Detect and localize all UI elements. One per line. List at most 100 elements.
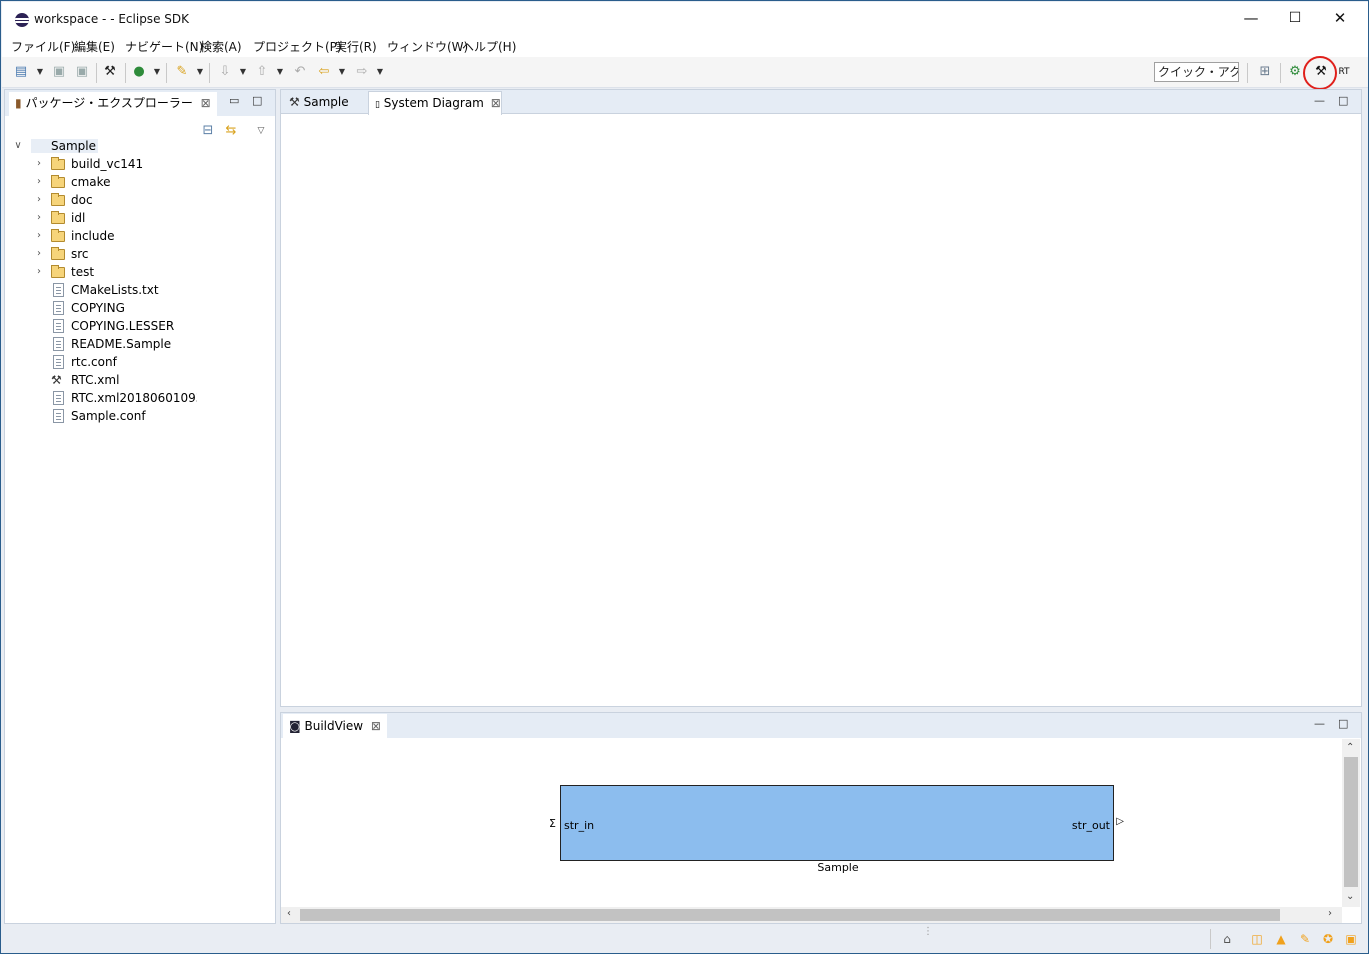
tree-folder[interactable]: › cmake <box>5 174 275 192</box>
scroll-down-icon[interactable]: ⌄ <box>1346 891 1354 902</box>
menu-edit[interactable]: 編集(E) <box>74 38 115 55</box>
minimize-panel-icon[interactable]: ▭ <box>229 94 239 107</box>
prev-annotation-dropdown-icon[interactable]: ▼ <box>276 64 284 80</box>
expand-chevron-icon[interactable]: › <box>34 248 44 259</box>
minimize-panel-icon[interactable]: — <box>1314 717 1325 730</box>
tree-folder[interactable]: › doc <box>5 192 275 210</box>
maximize-panel-icon[interactable]: □ <box>1338 717 1348 730</box>
save-icon[interactable]: ▣ <box>50 64 68 80</box>
tab-system-diagram[interactable]: ▯ System Diagram ⊠ <box>368 91 502 115</box>
horizontal-scroll-thumb[interactable] <box>300 909 1280 921</box>
horizontal-scrollbar[interactable]: ‹ › <box>281 907 1342 923</box>
rt-component-block[interactable]: Σ str_in str_out ▷ <box>549 785 1124 861</box>
menu-navigate[interactable]: ナビゲート(N) <box>125 38 203 55</box>
tree-file[interactable]: COPYING <box>5 300 275 318</box>
tree-folder[interactable]: › src <box>5 246 275 264</box>
menu-help[interactable]: ヘルプ(H) <box>462 38 516 55</box>
rt-system-editor-perspective-icon[interactable]: RT <box>1335 64 1353 80</box>
close-tab-icon[interactable]: ⊠ <box>201 96 211 110</box>
quick-access-field[interactable]: クイック・アクセス <box>1154 62 1239 82</box>
tree-folder[interactable]: › include <box>5 228 275 246</box>
maximize-button[interactable]: ☐ <box>1272 2 1318 35</box>
tree-file[interactable]: CMakeLists.txt <box>5 282 275 300</box>
system-diagram-canvas[interactable] <box>281 115 1361 706</box>
expand-chevron-icon[interactable]: › <box>34 194 44 205</box>
tree-file[interactable]: rtc.conf <box>5 354 275 372</box>
tree-folder-label: idl <box>71 211 86 225</box>
tree-root[interactable]: ∨ Sample <box>5 138 275 156</box>
file-icon <box>53 337 64 351</box>
vertical-scrollbar[interactable]: ⌃ ⌄ <box>1342 739 1360 907</box>
expand-chevron-icon[interactable]: › <box>34 266 44 277</box>
tab-package-explorer[interactable]: ▮ パッケージ・エクスプローラー ⊠ <box>9 92 217 116</box>
progress-icon[interactable]: ⌂ <box>1219 932 1235 946</box>
close-button[interactable]: ✕ <box>1317 2 1363 35</box>
collapse-chevron-icon[interactable]: ∨ <box>13 140 23 151</box>
marketplace-icon[interactable]: ▣ <box>1343 932 1359 946</box>
file-icon <box>53 355 64 369</box>
in-port-icon[interactable]: Σ <box>549 817 556 830</box>
hammer-icon: ⚒ <box>289 95 300 109</box>
tree-file[interactable]: ⚒ RTC.xml <box>5 372 275 390</box>
next-annotation-icon[interactable]: ⇩ <box>216 64 234 80</box>
vertical-scroll-thumb[interactable] <box>1344 757 1358 887</box>
menu-search[interactable]: 検索(A) <box>200 38 242 55</box>
minimize-button[interactable]: — <box>1228 2 1274 35</box>
close-tab-icon[interactable]: ⊠ <box>491 96 501 110</box>
menu-file[interactable]: ファイル(F) <box>11 38 75 55</box>
wand-icon[interactable]: ✎ <box>1297 932 1313 946</box>
next-annotation-dropdown-icon[interactable]: ▼ <box>239 64 247 80</box>
save-all-icon[interactable]: ▣ <box>73 64 91 80</box>
expand-chevron-icon[interactable]: › <box>34 176 44 187</box>
minimize-panel-icon[interactable]: — <box>1314 94 1325 107</box>
rtc-xml-hammer-icon: ⚒ <box>51 373 62 387</box>
link-with-editor-icon[interactable]: ⇆ <box>222 123 240 139</box>
tree-folder[interactable]: › build_vc141 <box>5 156 275 174</box>
menu-run[interactable]: 実行(R) <box>335 38 377 55</box>
back-dropdown-icon[interactable]: ▼ <box>338 64 346 80</box>
java-perspective-icon[interactable]: ⚙ <box>1286 64 1304 80</box>
tab-sample[interactable]: ⚒ Sample <box>283 91 355 115</box>
prev-annotation-icon[interactable]: ⇧ <box>253 64 271 80</box>
menu-project[interactable]: プロジェクト(P) <box>253 38 342 55</box>
folder-icon <box>51 265 65 278</box>
tutorial-icon[interactable]: ▲ <box>1273 932 1289 946</box>
book-icon[interactable]: ◫ <box>1249 932 1265 946</box>
tree-file[interactable]: Sample.conf <box>5 408 275 426</box>
back-icon[interactable]: ⇦ <box>315 64 333 80</box>
expand-chevron-icon[interactable]: › <box>34 212 44 223</box>
new-icon[interactable]: ▤ <box>12 64 30 80</box>
forward-icon[interactable]: ⇨ <box>353 64 371 80</box>
scroll-up-icon[interactable]: ⌃ <box>1346 742 1354 753</box>
scroll-left-icon[interactable]: ‹ <box>287 908 291 919</box>
new-dropdown-icon[interactable]: ▼ <box>36 64 44 80</box>
last-edit-icon[interactable]: ↶ <box>291 64 309 80</box>
status-separator: ⋮ <box>923 926 933 937</box>
maximize-panel-icon[interactable]: □ <box>1338 94 1348 107</box>
scroll-right-icon[interactable]: › <box>1328 908 1332 919</box>
menu-window[interactable]: ウィンドウ(W) <box>387 38 468 55</box>
expand-chevron-icon[interactable]: › <box>34 230 44 241</box>
tree-file[interactable]: RTC.xml20180601093028 <box>5 390 275 408</box>
out-port-icon[interactable]: ▷ <box>1116 816 1124 827</box>
tree-folder[interactable]: › test <box>5 264 275 282</box>
buildview-title: BuildView <box>304 719 364 733</box>
tree-file[interactable]: README.Sample <box>5 336 275 354</box>
open-perspective-icon[interactable]: ⊞ <box>1256 64 1274 80</box>
tree-file[interactable]: COPYING.LESSER <box>5 318 275 336</box>
maximize-panel-icon[interactable]: □ <box>252 94 262 107</box>
settings-icon[interactable]: ✪ <box>1320 932 1336 946</box>
rt-builder-icon[interactable]: ⚒ <box>101 64 119 80</box>
tab-buildview[interactable]: ◙ BuildView ⊠ <box>283 714 387 738</box>
package-explorer-title: パッケージ・エクスプローラー <box>25 96 193 110</box>
close-tab-icon[interactable]: ⊠ <box>371 719 381 733</box>
external-tools-icon[interactable]: ✎ <box>173 64 191 80</box>
external-tools-dropdown-icon[interactable]: ▼ <box>196 64 204 80</box>
collapse-all-icon[interactable]: ⊟ <box>199 123 217 139</box>
tree-folder[interactable]: › idl <box>5 210 275 228</box>
run-icon[interactable]: ● <box>130 64 148 80</box>
view-menu-icon[interactable]: ▽ <box>252 123 270 139</box>
run-dropdown-icon[interactable]: ▼ <box>153 64 161 80</box>
expand-chevron-icon[interactable]: › <box>34 158 44 169</box>
forward-dropdown-icon[interactable]: ▼ <box>376 64 384 80</box>
